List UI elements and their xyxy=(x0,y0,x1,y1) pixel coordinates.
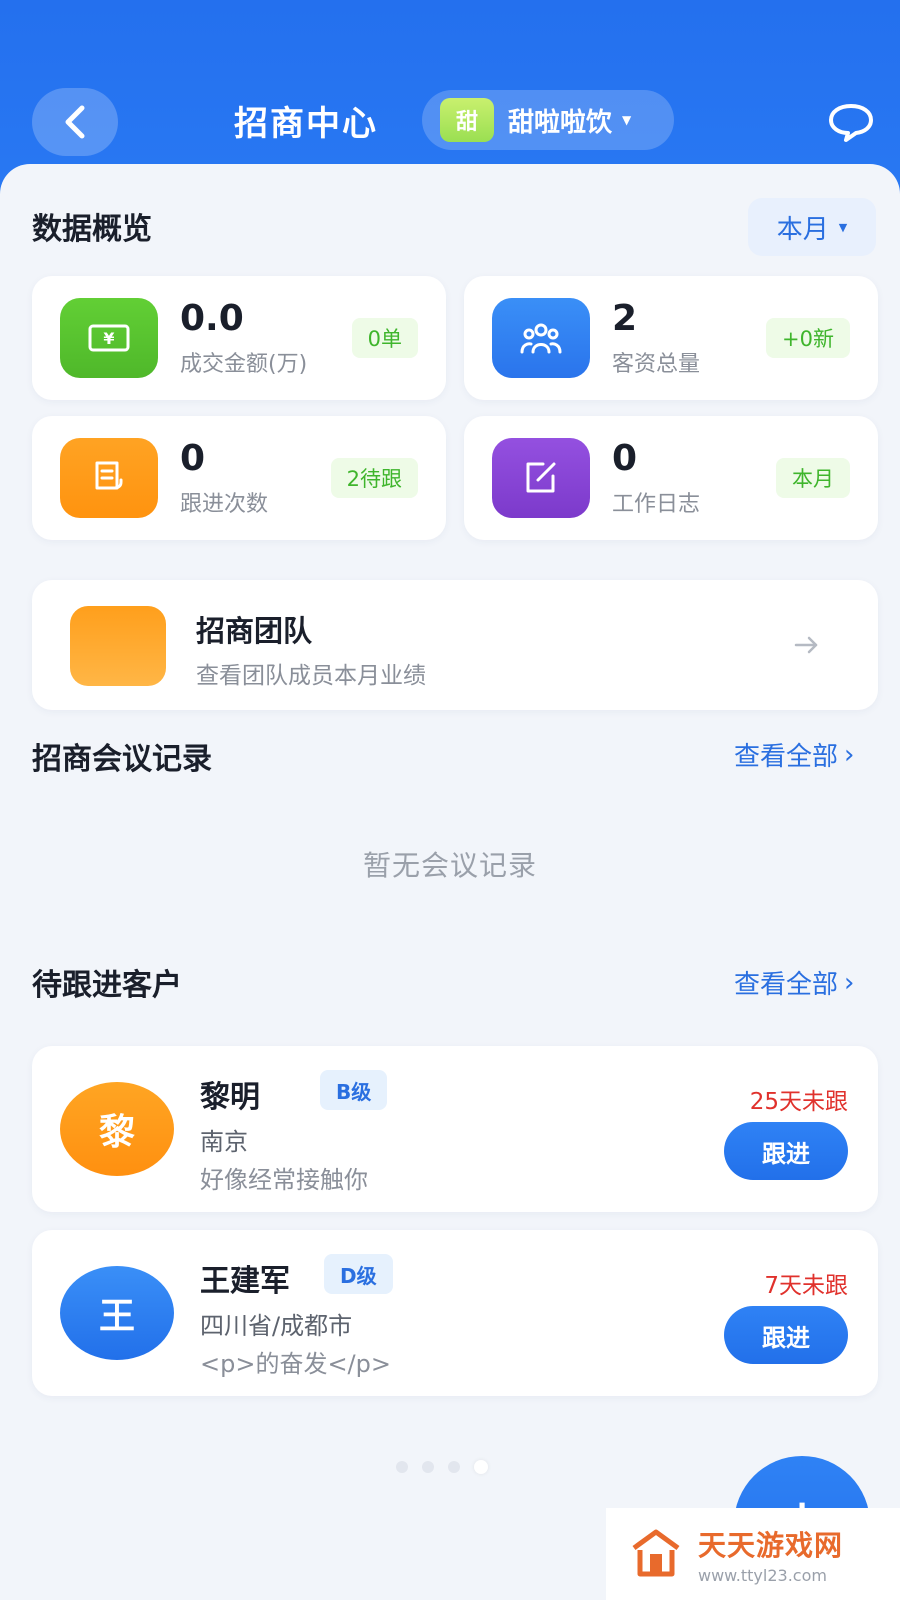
watermark-logo-icon xyxy=(632,1529,680,1577)
team-icon xyxy=(70,606,166,686)
message-button[interactable] xyxy=(826,100,876,144)
meetings-title: 招商会议记录 xyxy=(32,742,212,777)
period-label: 本月 xyxy=(776,214,829,245)
stat-card-followup-count[interactable]: 0 跟进次数 2待跟 xyxy=(32,416,446,540)
stat-label: 成交金额(万) xyxy=(180,352,308,377)
money-icon: ¥ xyxy=(60,298,158,378)
chevron-right-icon: › xyxy=(844,739,855,770)
days-since-followup: 7天未跟 xyxy=(764,1273,848,1299)
customers-title: 待跟进客户 xyxy=(32,968,182,1003)
stat-value: 0 xyxy=(612,438,638,479)
caret-down-icon: ▼ xyxy=(838,220,848,234)
team-subtitle: 查看团队成员本月业绩 xyxy=(196,663,426,689)
back-button[interactable] xyxy=(32,88,118,156)
stat-label: 跟进次数 xyxy=(180,492,269,517)
watermark: 天天游戏网 www.ttyl23.com xyxy=(606,1508,900,1600)
stat-value: 0 xyxy=(180,438,206,479)
view-all-label: 查看全部 xyxy=(734,970,839,1000)
top-navigation-bar: 招商中心 甜 甜啦啦饮 ▼ xyxy=(0,80,900,164)
page-dot[interactable] xyxy=(422,1461,434,1473)
customer-level-badge: D级 xyxy=(324,1254,393,1294)
page-indicator xyxy=(396,1460,488,1474)
customer-name: 王建军 xyxy=(200,1264,290,1299)
main-content: 数据概览 本月 ▼ ¥ 0.0 成交金额(万) 0单 2 客资总量 +0新 0 … xyxy=(0,164,900,1600)
page-dot[interactable] xyxy=(448,1461,460,1473)
stat-tag: 本月 xyxy=(776,458,850,498)
follow-up-button[interactable]: 跟进 xyxy=(724,1306,848,1364)
customer-level-badge: B级 xyxy=(320,1070,388,1110)
meetings-empty-state: 暂无会议记录 xyxy=(362,849,537,882)
period-selector[interactable]: 本月 ▼ xyxy=(748,198,876,256)
customer-card[interactable]: 黎 黎明 B级 南京 好像经常接触你 25天未跟 跟进 xyxy=(32,1046,878,1212)
watermark-title: 天天游戏网 xyxy=(698,1528,844,1562)
customer-city: 四川省/成都市 xyxy=(200,1312,353,1340)
watermark-url: www.ttyl23.com xyxy=(698,1565,827,1585)
caret-down-icon: ▼ xyxy=(622,113,632,127)
team-card[interactable]: 招商团队 查看团队成员本月业绩 xyxy=(32,580,878,710)
customers-view-all-link[interactable]: 查看全部 › xyxy=(734,964,854,1001)
stat-value: 2 xyxy=(612,298,638,339)
users-icon xyxy=(492,298,590,378)
avatar: 王 xyxy=(60,1266,174,1360)
edit-icon xyxy=(492,438,590,518)
customer-city: 南京 xyxy=(200,1128,248,1156)
brand-name: 甜啦啦饮 xyxy=(508,107,613,138)
stat-label: 工作日志 xyxy=(612,492,701,517)
overview-title: 数据概览 xyxy=(32,212,152,247)
meetings-view-all-link[interactable]: 查看全部 › xyxy=(734,736,854,773)
stat-card-work-log[interactable]: 0 工作日志 本月 xyxy=(464,416,878,540)
customer-name: 黎明 xyxy=(200,1080,260,1115)
page-dot[interactable] xyxy=(396,1461,408,1473)
stat-card-leads-total[interactable]: 2 客资总量 +0新 xyxy=(464,276,878,400)
chevron-left-icon xyxy=(65,105,85,139)
avatar: 黎 xyxy=(60,1082,174,1176)
brand-badge: 甜 xyxy=(440,98,494,142)
chat-bubble-icon xyxy=(829,104,873,142)
customer-note: <p>的奋发</p> xyxy=(200,1350,391,1378)
follow-up-button[interactable]: 跟进 xyxy=(724,1122,848,1180)
stat-card-deal-amount[interactable]: ¥ 0.0 成交金额(万) 0单 xyxy=(32,276,446,400)
customer-card[interactable]: 王 王建军 D级 四川省/成都市 <p>的奋发</p> 7天未跟 跟进 xyxy=(32,1230,878,1396)
stat-tag: 2待跟 xyxy=(330,458,418,498)
svg-text:¥: ¥ xyxy=(103,329,114,348)
days-since-followup: 25天未跟 xyxy=(749,1089,848,1115)
stat-tag: +0新 xyxy=(766,318,850,358)
arrow-right-icon xyxy=(794,636,818,654)
chevron-right-icon: › xyxy=(844,967,855,998)
document-icon xyxy=(60,438,158,518)
team-title: 招商团队 xyxy=(196,614,313,648)
view-all-label: 查看全部 xyxy=(734,742,839,772)
page-dot-active[interactable] xyxy=(474,1460,488,1474)
stat-label: 客资总量 xyxy=(612,352,701,377)
customer-note: 好像经常接触你 xyxy=(200,1166,368,1194)
stat-value: 0.0 xyxy=(180,298,244,339)
stat-tag: 0单 xyxy=(351,318,418,358)
page-title: 招商中心 xyxy=(234,104,378,144)
brand-selector[interactable]: 甜 甜啦啦饮 ▼ xyxy=(422,90,674,150)
